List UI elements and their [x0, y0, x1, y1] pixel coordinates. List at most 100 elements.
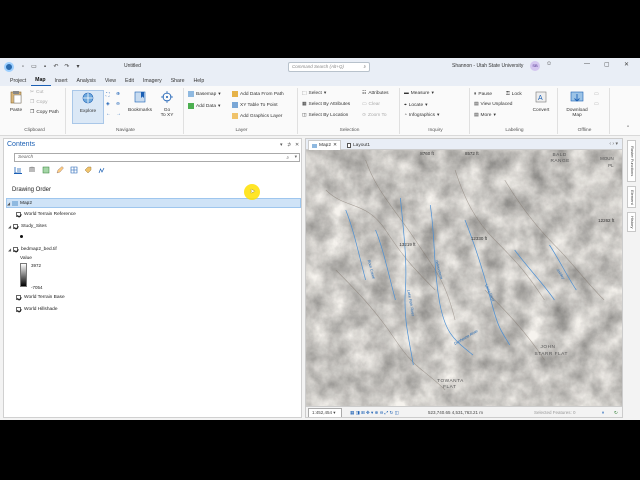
- layer-item[interactable]: ◢ Study_Sites: [8, 221, 303, 231]
- fixed-zoom-out-icon[interactable]: ⊖: [116, 102, 120, 107]
- zoom-to-button[interactable]: ⊙ Zoom To: [362, 113, 387, 118]
- tab-view[interactable]: View: [101, 78, 121, 86]
- full-extent-icon[interactable]: ⛶: [106, 92, 109, 98]
- tab-layout1[interactable]: Layout1: [344, 140, 373, 150]
- copy-button[interactable]: ❐ Copy: [30, 100, 48, 105]
- map-item[interactable]: ◢ Map2: [6, 198, 301, 208]
- user-name[interactable]: Shannon - Utah State University: [452, 63, 523, 69]
- sync-icon[interactable]: ▭: [594, 92, 599, 97]
- raster-functions-tab[interactable]: Raster Functions: [627, 140, 636, 182]
- cut-button[interactable]: ✂ Cut: [30, 90, 44, 95]
- bookmarks-button[interactable]: Bookmarks: [126, 90, 154, 113]
- close-tab-icon[interactable]: ✕: [333, 143, 337, 148]
- locate-button[interactable]: ⌖ Locate ▾: [404, 102, 428, 109]
- add-graphics-layer-button[interactable]: Add Graphics Layer: [232, 113, 282, 119]
- explore-button[interactable]: Explore: [72, 90, 104, 124]
- tab-map[interactable]: Map: [31, 77, 51, 86]
- contents-search-input[interactable]: Search ⌕ ▾: [14, 153, 300, 162]
- xy-table-to-point-button[interactable]: XY Table To Point: [232, 102, 278, 108]
- element-tab[interactable]: Element: [627, 186, 636, 208]
- checkbox-icon[interactable]: [16, 306, 21, 312]
- add-data-button[interactable]: Add Data ▾: [188, 103, 220, 109]
- download-map-icon: [570, 91, 584, 102]
- basemap-button[interactable]: Basemap ▾: [188, 91, 221, 97]
- lock-labeling-button[interactable]: ⚿ Lock: [506, 91, 522, 98]
- tab-map2[interactable]: Map2 ✕: [308, 140, 342, 150]
- select-by-location-button[interactable]: ◫ Select By Location: [302, 113, 348, 118]
- layer-item[interactable]: World Hillshade: [16, 304, 311, 314]
- previous-extent-icon[interactable]: ←: [106, 112, 111, 117]
- tab-project[interactable]: Project: [6, 78, 31, 86]
- checkbox-icon[interactable]: [16, 294, 21, 300]
- save-icon[interactable]: ▪: [42, 64, 48, 70]
- scale-box[interactable]: 1:452,454 ▾: [308, 408, 342, 417]
- minimize-icon[interactable]: —: [584, 61, 590, 67]
- remove-offline-icon[interactable]: ▭: [594, 102, 599, 107]
- customize-icon[interactable]: ▾: [75, 63, 81, 70]
- tab-share[interactable]: Share: [167, 78, 190, 86]
- list-by-labeling-icon[interactable]: [84, 166, 92, 174]
- pause-labeling-button[interactable]: ⏸ Pause: [474, 91, 492, 98]
- tab-help[interactable]: Help: [190, 78, 210, 86]
- fixed-zoom-in-icon[interactable]: ⊕: [116, 92, 120, 97]
- checkbox-icon[interactable]: [13, 246, 18, 252]
- select-button[interactable]: ⬚ Select ▾: [302, 91, 326, 96]
- list-by-selection-icon[interactable]: [42, 166, 50, 174]
- checkbox-icon[interactable]: [16, 211, 21, 217]
- next-extent-icon[interactable]: →: [116, 112, 121, 117]
- download-map-button[interactable]: Download Map: [562, 90, 592, 118]
- layer-item[interactable]: World Terrain Reference: [16, 209, 311, 219]
- tab-options-icon[interactable]: ‹ › ▾: [609, 141, 618, 147]
- go-to-xy-button[interactable]: Go To XY: [156, 90, 178, 118]
- chevron-down-icon: ▾: [294, 155, 297, 160]
- close-pane-icon[interactable]: ✕: [295, 142, 299, 148]
- convert-button[interactable]: A Convert: [528, 90, 554, 113]
- close-icon[interactable]: ✕: [624, 61, 629, 68]
- pin-icon[interactable]: ⊅: [287, 142, 291, 148]
- history-tab[interactable]: History: [627, 212, 636, 232]
- list-by-charts-icon[interactable]: [98, 166, 106, 174]
- infographics-button[interactable]: ◔ Infographics ▾: [404, 113, 439, 118]
- select-by-attributes-button[interactable]: ▦ Select By Attributes: [302, 102, 350, 107]
- open-project-icon[interactable]: ▭: [31, 63, 37, 70]
- paste-button[interactable]: Paste: [6, 90, 26, 113]
- place-label: JOHN: [541, 344, 556, 350]
- tab-insert[interactable]: Insert: [51, 78, 73, 86]
- list-by-editing-icon[interactable]: [56, 166, 64, 174]
- new-project-icon[interactable]: ▫: [20, 64, 26, 70]
- redo-icon[interactable]: ↷: [64, 63, 70, 70]
- undo-icon[interactable]: ↶: [53, 63, 59, 70]
- layer-item[interactable]: ◢ bedmap2_bed.tif: [8, 244, 303, 254]
- checkbox-icon[interactable]: [13, 223, 18, 229]
- zoom-layer-icon[interactable]: ◈: [106, 102, 110, 107]
- add-data-from-path-button[interactable]: Add Data From Path: [232, 91, 284, 97]
- tab-edit[interactable]: Edit: [121, 78, 139, 86]
- clear-button[interactable]: ▭ Clear: [362, 102, 380, 107]
- list-by-source-icon[interactable]: [28, 166, 36, 174]
- app-logo-icon[interactable]: [4, 61, 14, 72]
- map-nav-tools[interactable]: ▦ ◨ ⊞ ✥ ▾ ⊕ ⊖ ⤢ ↻ ◫: [350, 410, 399, 416]
- more-labeling-button[interactable]: ▤ More ▾: [474, 113, 496, 118]
- place-label: MOUN: [600, 156, 614, 161]
- list-by-drawing-order-icon[interactable]: [14, 166, 22, 174]
- layer-item[interactable]: World Terrain Base: [16, 292, 311, 302]
- copy-path-button[interactable]: ❐ Copy Path: [30, 110, 59, 115]
- measure-button[interactable]: ▬ Measure ▾: [404, 91, 434, 96]
- tab-analysis[interactable]: Analysis: [73, 78, 101, 86]
- options-icon[interactable]: ▾: [280, 142, 283, 148]
- pause-drawing-icon[interactable]: ⏸: [602, 410, 604, 415]
- attributes-button[interactable]: ☷ Attributes: [362, 91, 389, 96]
- more-icon: ▤: [474, 113, 479, 118]
- avatar[interactable]: SB: [530, 61, 540, 71]
- notifications-icon[interactable]: ☺: [546, 61, 552, 67]
- tab-imagery[interactable]: Imagery: [139, 78, 167, 86]
- list-by-snapping-icon[interactable]: [70, 166, 78, 174]
- command-search-input[interactable]: Command Search (Alt+Q) ⌕: [288, 62, 370, 72]
- download-map-label: Download Map: [566, 108, 588, 118]
- collapse-ribbon-icon[interactable]: ⌃: [626, 126, 630, 131]
- view-unplaced-button[interactable]: ▤ View Unplaced: [474, 102, 512, 107]
- chevron-down-icon: ▾: [425, 102, 428, 108]
- maximize-icon[interactable]: ▢: [604, 61, 610, 68]
- hillshade-map[interactable]: 8760 ft 8572 ft BALD RANGE MOUN PL 12262…: [306, 150, 622, 408]
- refresh-icon[interactable]: ↻: [614, 410, 618, 416]
